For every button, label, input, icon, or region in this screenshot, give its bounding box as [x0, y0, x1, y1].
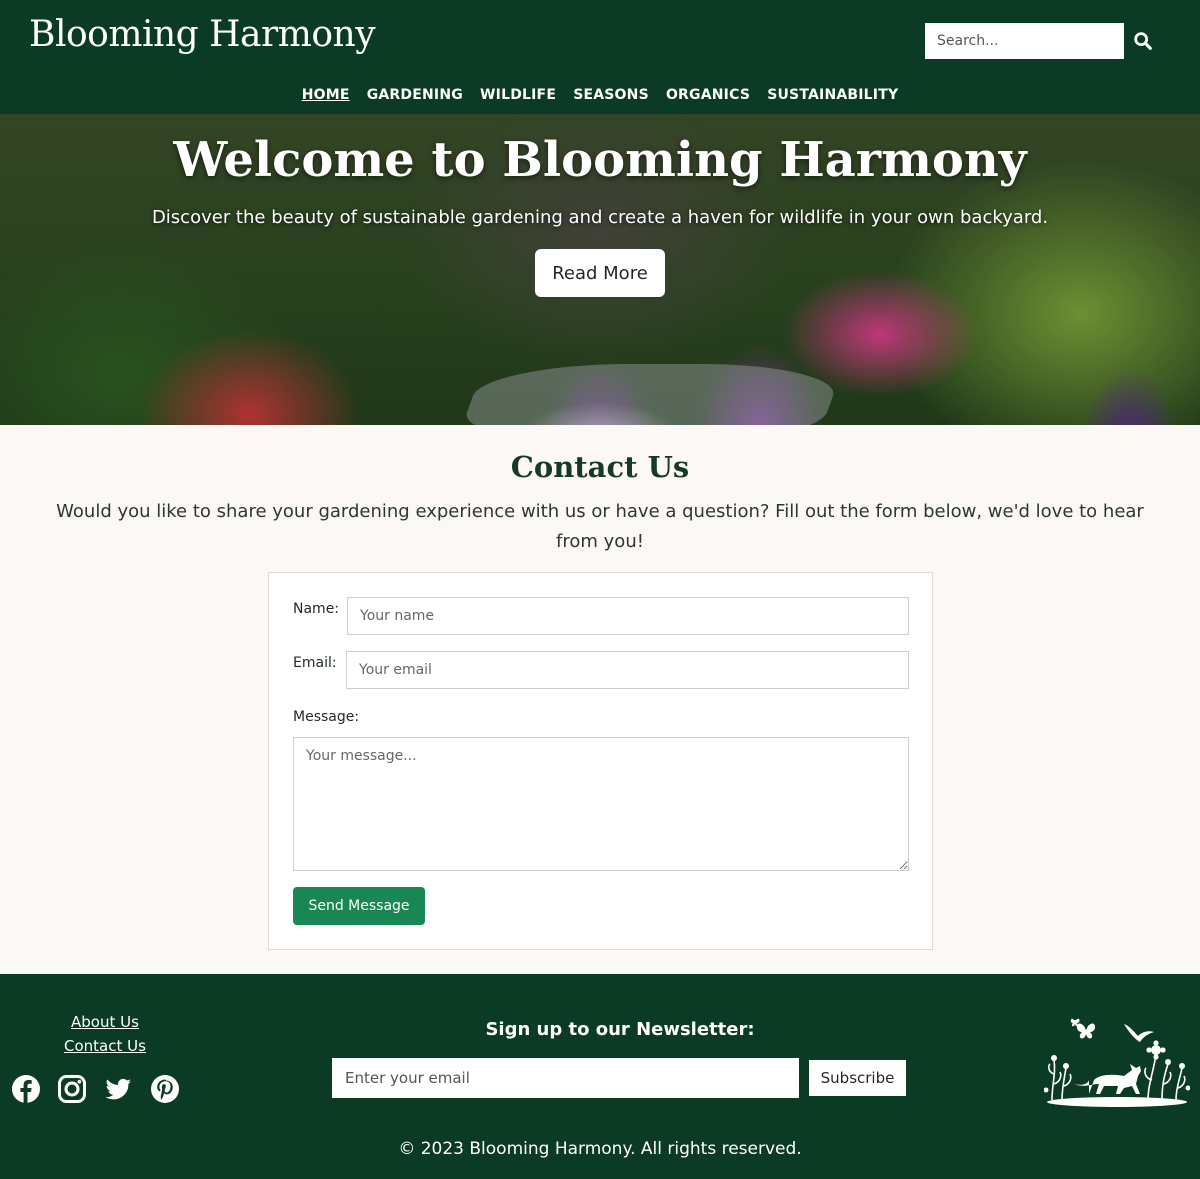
footer-link-about[interactable]: About Us: [71, 1013, 139, 1031]
nav-gardening[interactable]: GARDENING: [367, 87, 463, 103]
contact-intro: Would you like to share your gardening e…: [56, 501, 1144, 552]
nav-home[interactable]: HOME: [302, 87, 350, 103]
site-header: Blooming Harmony HOME GARDENING WILDLIFE…: [0, 0, 1200, 114]
message-label: Message:: [293, 709, 360, 725]
email-field[interactable]: [346, 651, 909, 689]
subscribe-button[interactable]: Subscribe: [807, 1058, 908, 1098]
send-message-button[interactable]: Send Message: [293, 887, 425, 925]
twitter-icon[interactable]: [103, 1074, 133, 1104]
read-more-button[interactable]: Read More: [535, 249, 665, 297]
site-logo[interactable]: Blooming Harmony: [29, 14, 376, 55]
message-field[interactable]: [293, 737, 909, 871]
site-footer: About Us Contact Us Sign up to our Newsl…: [0, 974, 1200, 1179]
name-field[interactable]: [347, 597, 909, 635]
nav-organics[interactable]: ORGANICS: [666, 87, 750, 103]
main-nav: HOME GARDENING WILDLIFE SEASONS ORGANICS…: [0, 84, 1200, 103]
pinterest-icon[interactable]: [150, 1074, 180, 1104]
hero-banner: Welcome to Blooming Harmony Discover the…: [0, 114, 1200, 425]
newsletter-title: Sign up to our Newsletter:: [485, 1019, 755, 1040]
contact-form: Name: Email: Message: Send Message: [268, 572, 933, 950]
copyright-text: © 2023 Blooming Harmony. All rights rese…: [398, 1139, 802, 1159]
nav-sustainability[interactable]: SUSTAINABILITY: [767, 87, 898, 103]
hero-subtitle: Discover the beauty of sustainable garde…: [151, 207, 1049, 228]
nav-wildlife[interactable]: WILDLIFE: [480, 87, 556, 103]
search-icon[interactable]: [1132, 30, 1154, 52]
nav-seasons[interactable]: SEASONS: [573, 87, 649, 103]
search-input[interactable]: [925, 23, 1124, 59]
contact-title: Contact Us: [510, 450, 690, 484]
email-label: Email:: [293, 655, 337, 671]
newsletter-email-input[interactable]: [332, 1058, 799, 1098]
instagram-icon[interactable]: [57, 1074, 87, 1104]
wildlife-illustration-icon: [1044, 1018, 1190, 1107]
hero-title: Welcome to Blooming Harmony: [173, 132, 1027, 188]
facebook-icon[interactable]: [11, 1074, 41, 1104]
name-label: Name:: [293, 601, 340, 617]
footer-link-contact[interactable]: Contact Us: [64, 1037, 146, 1055]
